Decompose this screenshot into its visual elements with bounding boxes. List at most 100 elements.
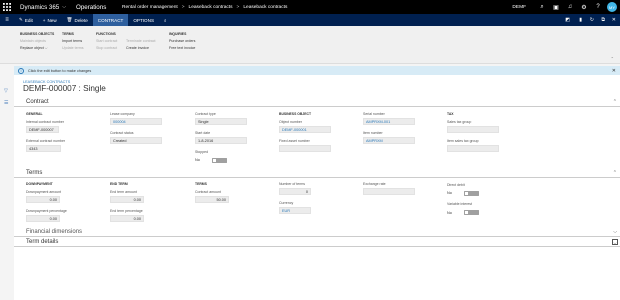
chevron-down-icon[interactable]: ⌵ <box>613 229 617 235</box>
breadcrumb-separator-icon: > <box>181 4 185 10</box>
downpayment-amount-field[interactable]: 0.00 <box>26 196 60 203</box>
group-business-object-header: BUSINESS OBJECT <box>279 112 312 116</box>
direct-debit-toggle[interactable] <box>464 191 479 196</box>
breadcrumb-separator-icon: > <box>236 4 240 10</box>
sales-tax-group-label: Sales tax group <box>447 120 472 124</box>
trash-icon: 🗑 <box>66 17 73 22</box>
serial-number-field[interactable]: AMPRXM-001 <box>363 118 415 125</box>
new-button[interactable]: + New <box>38 14 62 26</box>
stopped-toggle[interactable] <box>212 158 227 163</box>
stopped-value: No <box>195 158 200 162</box>
info-message: Click the edit button to make changes <box>28 68 92 73</box>
contract-amount-field[interactable]: 50.00 <box>195 196 229 203</box>
notifications-icon[interactable]: ♫ <box>563 0 577 14</box>
filter-icon[interactable]: ▽ <box>4 88 8 94</box>
end-term-percentage-field[interactable]: 0.00 <box>110 215 144 222</box>
stopped-label: Stopped <box>195 150 209 154</box>
free-text-invoice-button[interactable]: Free text invoice <box>169 46 195 50</box>
ribbon-group-header: FUNCTIONS <box>96 32 116 36</box>
close-icon[interactable]: ✕ <box>612 68 616 74</box>
number-of-terms-field[interactable]: 0 <box>279 188 311 195</box>
sales-tax-group-field[interactable] <box>447 126 499 133</box>
open-new-window-icon[interactable]: ⧉ <box>601 17 605 23</box>
stop-contract-button[interactable]: Stop contract <box>96 46 117 50</box>
breadcrumb-item[interactable]: Leaseback contracts <box>243 5 287 10</box>
exchange-rate-label: Exchange rate <box>363 182 386 186</box>
chevron-up-icon[interactable]: ⌃ <box>613 99 617 105</box>
start-contract-button[interactable]: Start contract <box>96 39 117 43</box>
downpayment-amount-label: Downpayment amount <box>26 190 62 194</box>
contract-status-field[interactable]: Created <box>110 137 162 144</box>
section-financial-dimensions-header[interactable]: Financial dimensions ⌵ <box>14 228 620 237</box>
fixed-asset-number-label: Fixed asset number <box>279 139 310 143</box>
avatar[interactable]: MY <box>607 2 617 12</box>
internal-contract-number-field[interactable]: DEMF-000007 <box>26 126 59 133</box>
close-icon[interactable]: ✕ <box>612 17 616 23</box>
start-date-field[interactable]: 1-8-2016 <box>195 137 247 144</box>
list-icon[interactable]: ☰ <box>4 100 8 106</box>
exchange-rate-field[interactable] <box>363 188 415 195</box>
collapse-ribbon-icon[interactable]: ⌃ <box>611 56 614 61</box>
contract-amount-label: Contract amount <box>195 190 221 194</box>
section-terms-header[interactable]: Terms ⌃ <box>14 169 620 178</box>
hamburger-menu-icon[interactable]: ≡ <box>0 14 14 26</box>
help-icon[interactable]: ? <box>591 0 605 14</box>
breadcrumb-item[interactable]: Rental order management <box>122 5 178 10</box>
group-end-term-header: END TERM <box>110 182 128 186</box>
tab-contract[interactable]: CONTRACT <box>92 14 129 26</box>
contract-type-field[interactable]: Single <box>195 118 247 125</box>
attach-icon[interactable]: ▮ <box>579 17 582 23</box>
chevron-up-icon[interactable]: ⌃ <box>613 170 617 176</box>
create-invoice-button[interactable]: Create invoice <box>126 46 156 50</box>
company-picker[interactable]: DEMF <box>512 5 526 10</box>
variable-interest-toggle[interactable] <box>464 210 479 215</box>
update-terms-button[interactable]: Update terms <box>62 46 84 50</box>
object-number-field[interactable]: DEMF-000001 <box>279 126 331 133</box>
refresh-icon[interactable]: ↻ <box>590 17 594 23</box>
fixed-asset-number-field[interactable] <box>279 145 331 152</box>
section-title: Contract <box>26 99 49 105</box>
group-terms-header: TERMS <box>195 182 207 186</box>
search-actions-icon[interactable]: ⌕ <box>159 14 172 26</box>
ribbon-group-header: TERMS <box>62 32 74 36</box>
external-contract-number-field[interactable]: 4343 <box>26 145 61 152</box>
tab-options[interactable]: OPTIONS <box>128 14 159 26</box>
pin-icon[interactable]: ◩ <box>565 17 570 23</box>
maintain-objects-button[interactable]: Maintain objects <box>20 39 54 43</box>
app-launcher-icon[interactable] <box>0 0 14 14</box>
chevron-down-icon[interactable]: ⌵ <box>62 4 66 10</box>
terminate-contract-button[interactable]: Terminate contract <box>126 39 156 43</box>
external-contract-number-label: External contract number <box>26 139 66 143</box>
end-term-amount-field[interactable]: 0.00 <box>110 196 144 203</box>
ribbon-group-header: INQUIRIES <box>169 32 187 36</box>
group-tax-header: TAX <box>447 112 454 116</box>
object-number-label: Object number <box>279 120 302 124</box>
form-main: LEASEBACK CONTRACTS DEMF-000007 : Single… <box>14 75 620 300</box>
start-date-label: Start date <box>195 131 211 135</box>
item-sales-tax-group-label: Item sales tax group <box>447 139 479 143</box>
replace-object-button[interactable]: Replace object ⌵ <box>20 46 54 50</box>
item-number-field[interactable]: AMPRXM <box>363 137 415 144</box>
purchase-orders-button[interactable]: Purchase orders <box>169 39 195 43</box>
search-icon[interactable]: ⌕ <box>535 0 549 14</box>
messages-icon[interactable]: ▣ <box>549 0 563 14</box>
edit-button[interactable]: ✎ Edit <box>14 14 38 26</box>
lease-company-field[interactable]: 000004 <box>110 118 162 125</box>
settings-gear-icon[interactable]: ⚙ <box>577 0 591 14</box>
app-name[interactable]: Dynamics 365 <box>20 4 59 11</box>
section-title: Terms <box>26 170 43 176</box>
ribbon-group-header: BUSINESS OBJECTS <box>20 32 55 36</box>
chevron-down-icon[interactable]: ⌵ <box>612 239 618 245</box>
downpayment-percentage-field[interactable]: 0.00 <box>26 215 60 222</box>
page-title: DEMF-000007 : Single <box>23 84 106 93</box>
import-terms-button[interactable]: Import terms <box>62 39 84 43</box>
section-contract-header[interactable]: Contract ⌃ <box>14 98 620 107</box>
section-term-details-header[interactable]: Term details ⌵ <box>14 238 620 247</box>
currency-field[interactable]: EUR <box>279 207 311 214</box>
item-sales-tax-group-field[interactable] <box>447 145 499 152</box>
lease-company-label: Lease company <box>110 112 135 116</box>
delete-button[interactable]: 🗑 Delete <box>62 14 93 26</box>
end-term-percentage-label: End term percentage <box>110 209 143 213</box>
breadcrumb-item[interactable]: Leaseback contracts <box>189 5 233 10</box>
internal-contract-number-label: Internal contract number <box>26 120 64 124</box>
